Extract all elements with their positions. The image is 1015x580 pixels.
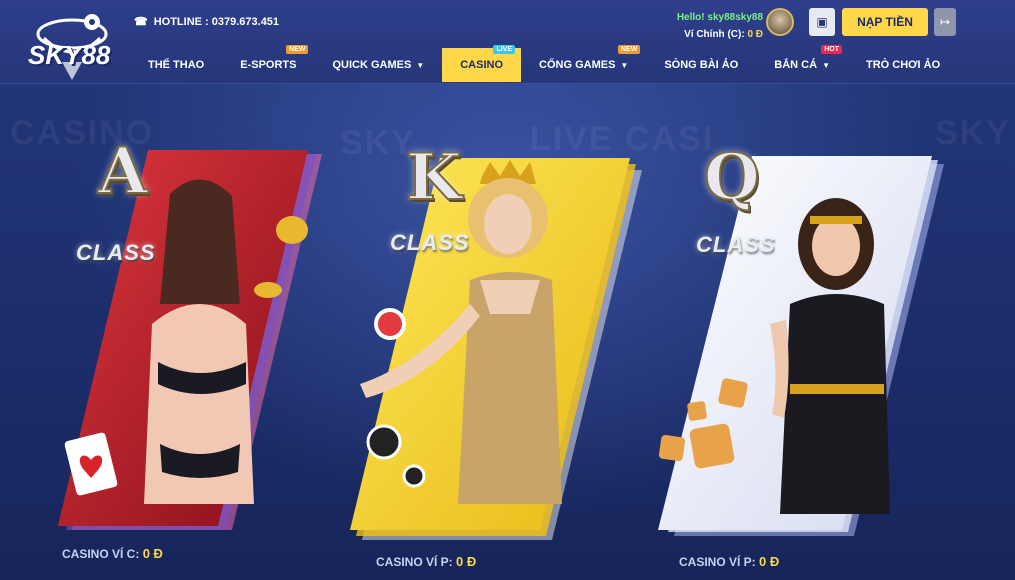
nav-item-ban-ca[interactable]: HOT BẮN CÁ ▼: [756, 45, 848, 82]
nav-item-the-thao[interactable]: THỂ THAO: [130, 48, 222, 82]
nav-item-tro-choi-ao[interactable]: TRÒ CHƠI ẢO: [848, 48, 958, 82]
nav-label: E-SPORTS: [240, 59, 297, 71]
balance-label: CASINO VÍ C:: [62, 547, 140, 561]
top-header: SKY88 ☎ HOTLINE : 0379.673.451 Hello! sk…: [0, 0, 1015, 84]
card-a-panel: [58, 150, 322, 530]
casino-wallet-c-balance: CASINO VÍ C: 0 Đ: [62, 546, 163, 561]
casino-wallet-p-balance-2: CASINO VÍ P: 0 Đ: [679, 554, 779, 569]
logout-icon: ↦: [939, 15, 951, 29]
balance-label: CASINO VÍ P:: [376, 555, 453, 569]
chevron-down-icon: ▼: [620, 60, 629, 70]
hotline: ☎ HOTLINE : 0379.673.451: [134, 15, 280, 29]
casino-card-k-class[interactable]: K CLASS: [330, 84, 650, 580]
nav-item-cong-games[interactable]: NEW CỔNG GAMES ▼: [521, 45, 646, 82]
user-greeting: Hello! sky88sky88: [676, 12, 763, 23]
live-badge: LIVE: [493, 45, 516, 54]
casino-stage: CASINO SKY LIVE CASI SKY A CLASS CASINO …: [0, 84, 1015, 580]
headset-icon: ☎: [134, 16, 148, 28]
nav-label: CỔNG GAMES: [539, 59, 616, 71]
user-info: Hello! sky88sky88 Ví Chính (C): 0 Đ: [677, 9, 763, 43]
chevron-down-icon: ▼: [416, 60, 425, 70]
nav-label: SÒNG BÀI ẢO: [664, 59, 739, 71]
nav-item-casino[interactable]: LIVE CASINO: [442, 45, 522, 82]
hotline-text: HOTLINE : 0379.673.451: [153, 15, 280, 28]
card-k-panel: [350, 158, 642, 540]
card-q-letter: Q: [703, 139, 761, 216]
nav-label: CASINO: [460, 59, 504, 71]
card-q-panel: [658, 156, 944, 536]
card-k-class-label: CLASS: [390, 230, 470, 255]
card-a-letter: A: [97, 133, 149, 210]
avatar[interactable]: [766, 8, 794, 36]
nav-label: QUICK GAMES: [332, 59, 412, 71]
nav-item-e-sports[interactable]: NEW E-SPORTS: [222, 45, 314, 82]
brand-text: SKY88: [28, 40, 111, 70]
nav-item-song-bai-ao[interactable]: SÒNG BÀI ẢO: [646, 48, 756, 82]
casino-card-a-class[interactable]: A CLASS: [40, 84, 340, 580]
new-badge: NEW: [618, 45, 641, 54]
wallet-value: 0 Đ: [747, 29, 763, 40]
nav-label: TRÒ CHƠI ẢO: [866, 59, 941, 71]
wallet-button[interactable]: ▣: [809, 8, 835, 36]
casino-wallet-p-balance: CASINO VÍ P: 0 Đ: [376, 554, 476, 569]
wallet-label: Ví Chính (C):: [684, 29, 745, 40]
card-k-letter: K: [405, 139, 463, 216]
nav-label: BẮN CÁ: [774, 59, 818, 71]
nav-item-quick-games[interactable]: QUICK GAMES ▼: [314, 48, 442, 82]
logout-button[interactable]: ↦: [934, 8, 956, 36]
brand-logo[interactable]: SKY88: [22, 10, 122, 82]
card-a-class-label: CLASS: [76, 240, 156, 265]
nav-label: THỂ THAO: [148, 59, 205, 71]
hot-badge: HOT: [821, 45, 842, 54]
balance-value: 0 Đ: [142, 546, 163, 561]
new-badge: NEW: [286, 45, 309, 54]
casino-card-q-class[interactable]: Q CLASS: [640, 84, 960, 580]
main-nav: THỂ THAO NEW E-SPORTS QUICK GAMES ▼ LIVE…: [130, 45, 958, 82]
balance-value: 0 Đ: [759, 554, 780, 569]
card-q-class-label: CLASS: [696, 232, 776, 257]
deposit-button[interactable]: NẠP TIỀN: [842, 8, 928, 36]
wallet-icon: ▣: [816, 15, 828, 29]
main-wallet: Ví Chính (C): 0 Đ: [677, 26, 763, 43]
chevron-down-icon: ▼: [822, 60, 830, 70]
balance-label: CASINO VÍ P:: [679, 555, 756, 569]
balance-value: 0 Đ: [456, 554, 477, 569]
